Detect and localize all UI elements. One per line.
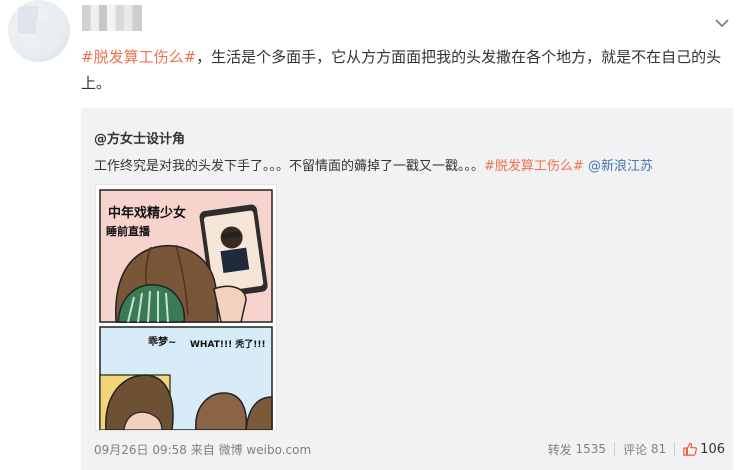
username-blurred[interactable]: [82, 5, 142, 31]
comment-button[interactable]: 评论 81: [615, 441, 674, 458]
comic-image[interactable]: 中年戏精少女 睡前直播 乖梦~ WHAT!!! 秃了!!!: [95, 184, 277, 431]
like-button[interactable]: 106: [675, 442, 733, 457]
repost-label: 转发: [547, 442, 572, 457]
thumbs-up-icon: [683, 442, 698, 456]
comment-label: 评论: [623, 442, 648, 457]
avatar-blur: [36, 20, 58, 42]
repost-card: @方女士设计角 工作终究是对我的头发下手了。。。不留情面的薅掉了一戳又一戳。。。…: [81, 108, 733, 470]
like-count: 106: [700, 441, 725, 457]
post-meta: 09月26日 09:58 来自 微博 weibo.com: [94, 441, 311, 458]
post-text: #脱发算工伤么#，生活是个多面手，它从方方面面把我的头发撒在各个地方，就是不在自…: [81, 44, 726, 96]
avatar-blur: [18, 6, 38, 34]
comment-count: 81: [650, 442, 667, 456]
avatar[interactable]: [8, 0, 70, 62]
comic-illustration: 中年戏精少女 睡前直播 乖梦~ WHAT!!! 秃了!!!: [99, 189, 273, 430]
comic-bubble: WHAT!!! 秃了!!!: [190, 338, 266, 350]
repost-button[interactable]: 转发 1535: [540, 441, 614, 458]
mention-link[interactable]: @新浪江苏: [588, 159, 653, 174]
repost-count: 1535: [575, 442, 607, 456]
from-label: 来自: [190, 443, 215, 457]
comic-caption: 睡前直播: [106, 224, 151, 238]
original-body: 工作终究是对我的头发下手了。。。不留情面的薅掉了一戳又一戳。。。: [94, 159, 485, 174]
original-post-text: 工作终究是对我的头发下手了。。。不留情面的薅掉了一戳又一戳。。。#脱发算工伤么#…: [94, 155, 653, 174]
post-date[interactable]: 09月26日 09:58: [94, 443, 187, 457]
topic-link[interactable]: #脱发算工伤么#: [81, 48, 196, 66]
chevron-down-icon[interactable]: [715, 18, 729, 28]
action-bar: 转发 1535 评论 81 106: [540, 438, 733, 460]
post-source[interactable]: 微博 weibo.com: [219, 443, 312, 457]
comic-caption: 中年戏精少女: [108, 205, 186, 221]
original-author-link[interactable]: @方女士设计角: [94, 128, 185, 147]
topic-link[interactable]: #脱发算工伤么#: [484, 159, 584, 174]
comic-bubble: 乖梦~: [148, 335, 176, 348]
